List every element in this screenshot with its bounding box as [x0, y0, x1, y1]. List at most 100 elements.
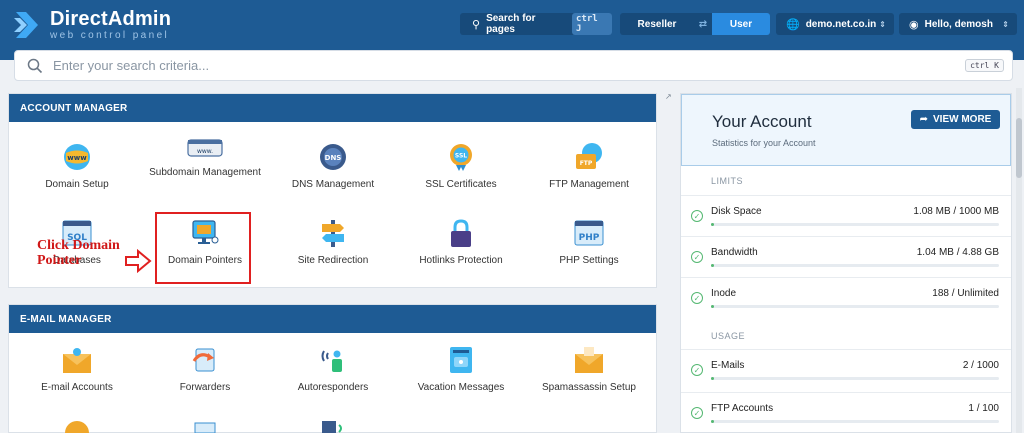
- search-pages-shortcut: ctrl J: [571, 13, 612, 35]
- tile-ftp-management[interactable]: FTP FTP Management: [525, 141, 653, 191]
- ssl-badge-icon: SSL: [450, 144, 472, 171]
- tile-spamassassin-setup[interactable]: Spamassassin Setup: [525, 345, 653, 394]
- annotation-arrow-icon: [125, 249, 152, 273]
- chevron-updown-icon: ⇕: [1002, 19, 1009, 29]
- search-input[interactable]: Enter your search criteria...: [53, 58, 209, 73]
- search-shortcut: ctrl K: [965, 59, 1004, 72]
- limits-label: LIMITS: [711, 176, 744, 186]
- user-circle-icon: ◉: [909, 18, 919, 31]
- search-icon: ⚲: [472, 18, 481, 31]
- tile-label: Domain Setup: [45, 179, 109, 190]
- spam-envelope-icon: [575, 347, 603, 373]
- role-reseller-button[interactable]: Reseller: [620, 13, 694, 35]
- stat-row-disk-space: ✓ Disk Space 1.08 MB / 1000 MB: [681, 195, 1011, 235]
- stat-value: 1.08 MB / 1000 MB: [913, 206, 999, 217]
- your-account-title: Your Account: [712, 112, 812, 131]
- usage-bar: [711, 223, 999, 226]
- globe-icon: 🌐: [786, 18, 800, 31]
- stat-name: Bandwidth: [711, 247, 758, 258]
- user-menu[interactable]: ◉ Hello, demosh ⇕: [899, 13, 1017, 35]
- stat-row-bandwidth: ✓ Bandwidth 1.04 MB / 4.88 GB: [681, 236, 1011, 276]
- partial-row-icon: [65, 421, 89, 433]
- signpost-icon: [322, 220, 344, 247]
- usage-bar-fill: [711, 223, 714, 226]
- your-account-card: Your Account Statistics for your Account…: [681, 94, 1011, 166]
- email-manager-title: E-MAIL MANAGER: [9, 305, 656, 333]
- partial-row-icon: [194, 422, 216, 433]
- tile-dns-management[interactable]: DNS DNS Management: [269, 142, 397, 191]
- stat-value: 1 / 100: [968, 403, 999, 414]
- stat-row-inode: ✓ Inode 188 / Unlimited: [681, 277, 1011, 317]
- partial-row-icon: [322, 421, 342, 433]
- tile-label: Hotlinks Protection: [419, 255, 503, 266]
- scrollbar-thumb[interactable]: [1016, 118, 1022, 178]
- usage-bar-fill: [711, 264, 714, 267]
- subdomain-window-icon: www.: [187, 139, 223, 157]
- your-account-panel: Your Account Statistics for your Account…: [680, 93, 1012, 433]
- tile-site-redirection[interactable]: Site Redirection: [269, 218, 397, 267]
- ftp-folder-icon: FTP: [576, 143, 602, 169]
- svg-text:www: www: [67, 154, 87, 162]
- annotation-highlight-box: [155, 212, 251, 284]
- tile-ssl-certificates[interactable]: SSL SSL Certificates: [397, 141, 525, 191]
- directadmin-logo[interactable]: DirectAdmin web control panel: [14, 9, 171, 41]
- svg-text:SSL: SSL: [455, 153, 467, 160]
- tile-label: E-mail Accounts: [41, 382, 113, 393]
- tile-autoresponders[interactable]: Autoresponders: [269, 345, 397, 394]
- svg-text:DNS: DNS: [325, 154, 342, 162]
- tile-domain-setup[interactable]: www Domain Setup: [13, 142, 141, 191]
- usage-bar-fill: [711, 377, 714, 380]
- stat-row-emails: ✓ E-Mails 2 / 1000: [681, 349, 1011, 389]
- global-search-bar[interactable]: Enter your search criteria... ctrl K: [14, 50, 1013, 81]
- tile-php-settings[interactable]: PHP PHP Settings: [525, 218, 653, 267]
- search-icon: [27, 58, 43, 73]
- check-circle-icon: ✓: [691, 364, 703, 376]
- svg-text:FTP: FTP: [580, 160, 593, 167]
- account-manager-panel: ACCOUNT MANAGER www Domain Setup www. Su…: [8, 93, 657, 288]
- tile-forwarders[interactable]: Forwarders: [141, 345, 269, 394]
- role-switch[interactable]: Reseller ⇄ User: [620, 13, 770, 35]
- tile-label: PHP Settings: [559, 255, 619, 266]
- stat-value: 2 / 1000: [962, 360, 999, 371]
- usage-bar: [711, 264, 999, 267]
- tile-label: Autoresponders: [297, 382, 369, 393]
- usage-bar: [711, 420, 999, 423]
- dns-globe-icon: DNS: [320, 144, 346, 170]
- view-more-label: VIEW MORE: [933, 114, 992, 125]
- tile-email-accounts[interactable]: E-mail Accounts: [13, 345, 141, 394]
- domain-selector[interactable]: 🌐 demo.net.co.in ⇕: [776, 13, 894, 35]
- tile-label: Subdomain Management: [149, 167, 261, 178]
- tile-label: Spamassassin Setup: [542, 382, 636, 393]
- check-circle-icon: ✓: [691, 210, 703, 222]
- annotation-text: Click Domain Pointer: [37, 238, 120, 268]
- stat-value: 1.04 MB / 4.88 GB: [916, 247, 999, 258]
- stat-row-ftp-accounts: ✓ FTP Accounts 1 / 100: [681, 392, 1011, 432]
- usage-label: USAGE: [711, 331, 746, 341]
- logo-subtitle: web control panel: [50, 30, 170, 41]
- forward-icon: [192, 348, 215, 372]
- stat-name: E-Mails: [711, 360, 745, 371]
- svg-text:PHP: PHP: [579, 233, 600, 243]
- page-scrollbar[interactable]: [1016, 88, 1022, 433]
- collapse-arrows-icon[interactable]: ↗: [665, 92, 672, 101]
- tile-label: SSL Certificates: [425, 179, 497, 190]
- role-user-button[interactable]: User: [712, 13, 770, 35]
- tile-hotlinks-protection[interactable]: Hotlinks Protection: [397, 218, 525, 267]
- logo-title: DirectAdmin: [50, 8, 172, 30]
- stat-name: Inode: [711, 288, 737, 299]
- autoresponder-icon: [321, 350, 342, 372]
- usage-bar: [711, 377, 999, 380]
- stat-name: FTP Accounts: [711, 403, 774, 414]
- php-window-icon: PHP: [574, 220, 604, 246]
- tile-vacation-messages[interactable]: Vacation Messages: [397, 345, 525, 394]
- tile-subdomain-management[interactable]: www. Subdomain Management: [141, 138, 269, 179]
- domain-name: demo.net.co.in: [805, 18, 877, 30]
- usage-bar: [711, 305, 999, 308]
- tile-label: DNS Management: [291, 179, 375, 190]
- stat-value: 188 / Unlimited: [932, 288, 999, 299]
- swap-arrows-icon: ⇄: [694, 13, 712, 35]
- check-circle-icon: ✓: [691, 407, 703, 419]
- view-more-button[interactable]: ➦ VIEW MORE: [911, 110, 1000, 129]
- stat-name: Disk Space: [711, 206, 762, 217]
- search-pages-button[interactable]: ⚲ Search for pages ctrl J: [460, 13, 612, 35]
